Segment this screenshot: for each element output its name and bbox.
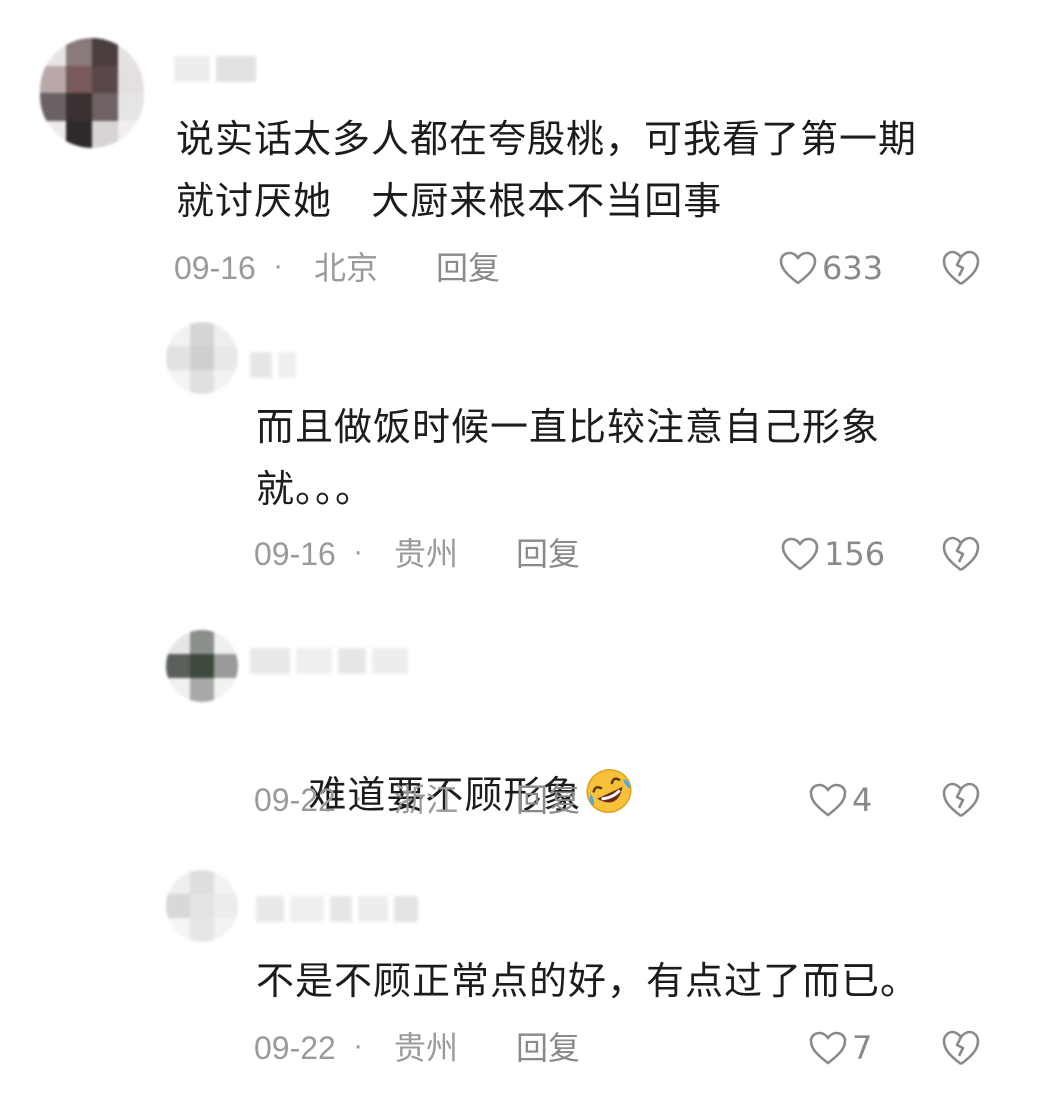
broken-heart-icon — [942, 1030, 980, 1066]
like-count: 156 — [824, 535, 886, 573]
reply-button[interactable]: 回复 — [516, 778, 580, 822]
like-count: 4 — [852, 781, 873, 819]
avatar[interactable] — [166, 630, 238, 702]
like-button[interactable]: 156 — [780, 532, 885, 576]
avatar[interactable] — [40, 38, 144, 148]
reply-button[interactable]: 回复 — [516, 532, 580, 576]
comment-date: 09-16 — [174, 250, 256, 286]
separator-dot: · — [274, 253, 283, 283]
username-blurred[interactable] — [256, 890, 418, 930]
broken-heart-icon — [942, 536, 980, 572]
comment-date: 09-22 — [254, 1030, 336, 1066]
username-blurred[interactable] — [250, 346, 296, 386]
comment-meta: 09-16 · 北京 回复 — [174, 246, 574, 290]
avatar[interactable] — [166, 870, 238, 942]
comment-text: 而且做饭时候一直比较注意自己形象 就。。。 — [256, 405, 881, 511]
separator-dot: · — [354, 785, 363, 815]
comment-meta: 09-16 · 贵州 回复 — [254, 532, 654, 576]
dislike-button[interactable] — [940, 534, 982, 574]
comment-meta: 09-22 · 贵州 回复 — [254, 1026, 654, 1070]
username-blurred[interactable] — [250, 642, 408, 682]
broken-heart-icon — [942, 782, 980, 818]
heart-outline-icon — [779, 251, 817, 285]
reply-item: 难道要不顾形象 09-22 · 浙江 回复 4 — [0, 590, 1040, 840]
comment-text: 说实话太多人都在夸殷桃，可我看了第一期 就讨厌她 大厨来根本不当回事 — [176, 117, 918, 223]
dislike-button[interactable] — [940, 1028, 982, 1068]
like-button[interactable]: 633 — [778, 246, 883, 290]
comment-location: 贵州 — [394, 1029, 459, 1067]
comment-location: 贵州 — [394, 535, 459, 573]
heart-outline-icon — [809, 783, 847, 817]
reply-item: 而且做饭时候一直比较注意自己形象 就。。。 09-16 · 贵州 回复 156 — [0, 300, 1040, 590]
comment-text: 不是不顾正常点的好，有点过了而已。 — [256, 959, 920, 1003]
comment-location: 浙江 — [394, 781, 459, 819]
heart-outline-icon — [781, 537, 819, 571]
comment-item: 说实话太多人都在夸殷桃，可我看了第一期 就讨厌她 大厨来根本不当回事 09-16… — [0, 0, 1040, 300]
avatar[interactable] — [166, 322, 238, 394]
like-button[interactable]: 4 — [808, 778, 872, 822]
like-count: 633 — [822, 249, 884, 287]
like-button[interactable]: 7 — [808, 1026, 872, 1070]
comment-location: 北京 — [314, 249, 379, 287]
reply-button[interactable]: 回复 — [516, 1026, 580, 1070]
comment-date: 09-22 — [254, 782, 336, 818]
comment-date: 09-16 — [254, 536, 336, 572]
reply-item: 不是不顾正常点的好，有点过了而已。 09-22 · 贵州 回复 7 — [0, 840, 1040, 1110]
separator-dot: · — [354, 1033, 363, 1063]
dislike-button[interactable] — [940, 248, 982, 288]
broken-heart-icon — [942, 250, 980, 286]
username-blurred[interactable] — [174, 50, 256, 90]
like-count: 7 — [852, 1029, 873, 1067]
comment-meta: 09-22 · 浙江 回复 — [254, 778, 654, 822]
dislike-button[interactable] — [940, 780, 982, 820]
separator-dot: · — [354, 539, 363, 569]
heart-outline-icon — [809, 1031, 847, 1065]
reply-button[interactable]: 回复 — [436, 246, 500, 290]
